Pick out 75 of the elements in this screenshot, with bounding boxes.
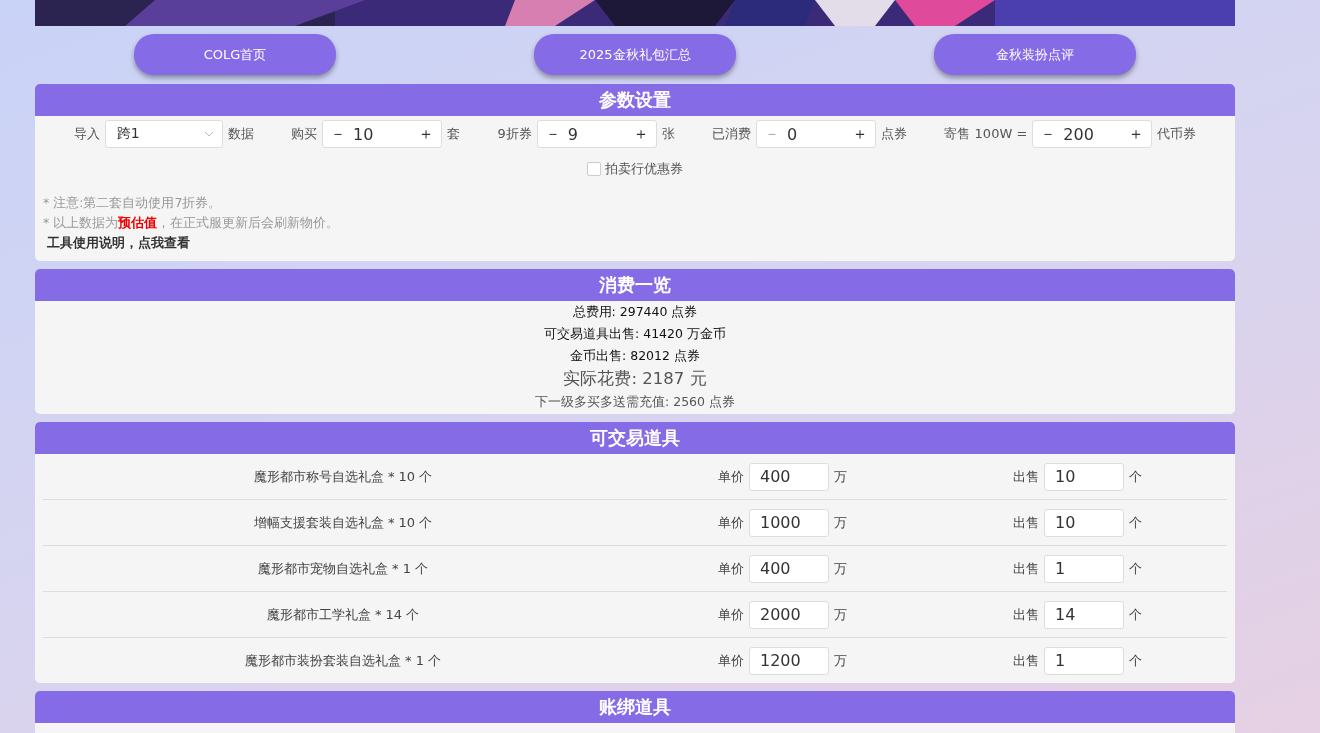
unit-label: 个 (1129, 651, 1142, 670)
actual-cost: 实际花费: 2187 元 (563, 368, 707, 390)
next-level-note: 下一级多买多送需充值: 2560 点券 (535, 393, 735, 411)
unit-label: 万 (834, 559, 847, 578)
sell-input[interactable]: 10 (1044, 508, 1124, 537)
field-label: 出售 (1013, 651, 1039, 670)
unit-label: 万 (834, 513, 847, 532)
minus-button[interactable]: － (1033, 123, 1064, 145)
price-input[interactable]: 400 (749, 554, 829, 583)
unit-label: 代币券 (1157, 125, 1197, 143)
plus-button[interactable]: ＋ (411, 123, 442, 145)
plus-button[interactable]: ＋ (845, 123, 876, 145)
item-name: 魔形都市称号自选礼盒 * 10 个 (252, 467, 434, 486)
field-label: 单价 (718, 651, 744, 670)
import-select[interactable]: 跨1 (104, 120, 223, 148)
checkbox[interactable] (587, 162, 601, 176)
section-title: 消费一览 (35, 269, 1235, 301)
nav-button[interactable]: COLG首页 (134, 34, 336, 75)
unit-label: 个 (1129, 605, 1142, 624)
unit-label: 套 (447, 125, 461, 143)
unit-label: 数据 (227, 125, 254, 143)
field-label: 出售 (1013, 559, 1039, 578)
price-input[interactable]: 2000 (749, 600, 829, 629)
sell-input[interactable]: 1 (1044, 646, 1124, 675)
section-title: 可交易道具 (35, 422, 1235, 454)
unit-label: 个 (1129, 513, 1142, 532)
help-link[interactable]: 工具使用说明，点我查看 (43, 235, 190, 250)
unit-label: 万 (834, 651, 847, 670)
plus-button[interactable]: ＋ (1121, 123, 1152, 145)
field-label: 单价 (718, 513, 744, 532)
price-input[interactable]: 1200 (749, 646, 829, 675)
minus-button[interactable]: － (323, 123, 354, 145)
note-text: * 以上数据为预估值，在正式服更新后会刷新物价。 (43, 214, 341, 232)
item-name: 魔形都市宠物自选礼盒 * 1 个 (256, 559, 430, 578)
unit-label: 万 (834, 467, 847, 486)
number-stepper[interactable]: － 10 ＋ (322, 120, 443, 148)
item-name: 魔形都市装扮套装自选礼盒 * 1 个 (243, 651, 443, 670)
field-label: 购买 (291, 125, 318, 143)
price-input[interactable]: 1000 (749, 508, 829, 537)
number-stepper[interactable]: － 9 ＋ (536, 120, 657, 148)
field-label: 出售 (1013, 513, 1039, 532)
checkbox-label: 拍卖行优惠券 (605, 160, 683, 178)
item-name: 魔形都市工学礼盒 * 14 个 (265, 605, 421, 624)
unit-label: 个 (1129, 559, 1142, 578)
price-input[interactable]: 400 (749, 462, 829, 491)
plus-button[interactable]: ＋ (625, 123, 656, 145)
nav-button[interactable]: 2025金秋礼包汇总 (534, 34, 736, 75)
item-name: 增幅支援套装自选礼盒 * 10 个 (252, 513, 434, 532)
field-label: 9折券 (497, 125, 532, 143)
field-label: 出售 (1013, 605, 1039, 624)
note-text: * 注意:第二套自动使用7折券。 (43, 194, 223, 212)
nav-button[interactable]: 金秋装扮点评 (934, 34, 1136, 75)
summary-line: 总费用: 297440 点券 (572, 303, 698, 321)
section-title: 账绑道具 (35, 691, 1235, 723)
number-stepper[interactable]: － 0 ＋ (756, 120, 877, 148)
field-label: 单价 (718, 605, 744, 624)
unit-label: 万 (834, 605, 847, 624)
unit-label: 张 (661, 125, 675, 143)
sell-input[interactable]: 10 (1044, 462, 1124, 491)
unit-label: 个 (1129, 467, 1142, 486)
sell-input[interactable]: 14 (1044, 600, 1124, 629)
minus-button[interactable]: － (537, 123, 568, 145)
field-label: 单价 (718, 559, 744, 578)
sell-input[interactable]: 1 (1044, 554, 1124, 583)
field-label: 已消费 (712, 125, 752, 143)
unit-label: 点券 (881, 125, 908, 143)
field-label: 单价 (718, 467, 744, 486)
section-title: 参数设置 (35, 84, 1235, 116)
field-label: 出售 (1013, 467, 1039, 486)
chevron-icon (203, 131, 214, 137)
summary-line: 可交易道具出售: 41420 万金币 (544, 325, 726, 343)
field-label: 寄售 100W = (944, 125, 1028, 143)
number-stepper[interactable]: － 200 ＋ (1032, 120, 1153, 148)
summary-line: 金币出售: 82012 点券 (570, 347, 700, 365)
field-label: 导入 (73, 125, 100, 143)
